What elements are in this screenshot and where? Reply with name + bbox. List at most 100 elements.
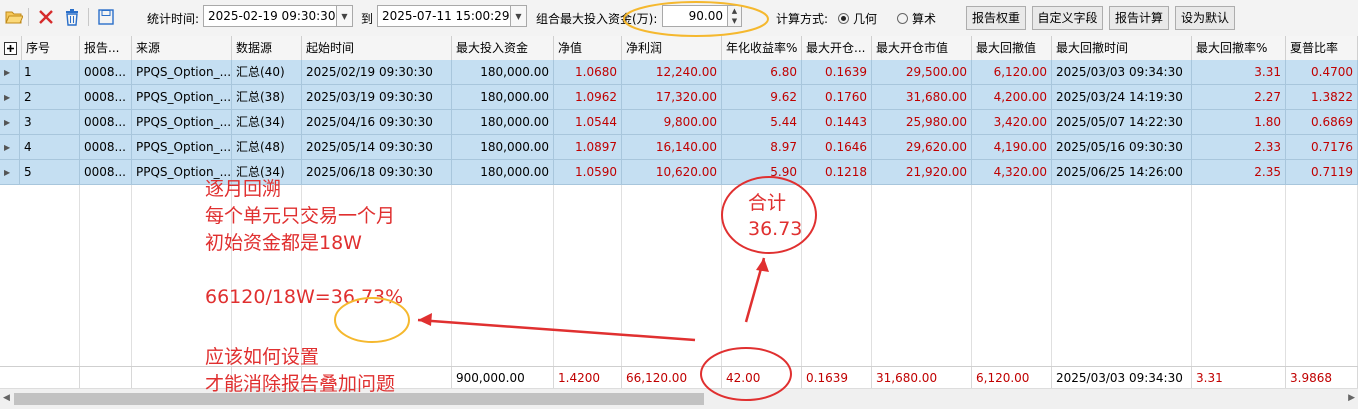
row-expand-icon[interactable]: ▶ [0,60,20,85]
calc-method-label: 计算方式: [776,12,829,26]
column-header[interactable]: 起始时间 [302,36,452,60]
grid-line [451,185,452,388]
annotation-line: 合计 [748,192,787,214]
summary-cell: 42.00 [722,367,802,389]
table-cell: 汇总(48) [232,135,302,160]
table-cell: PPQS_Option_... [132,60,232,85]
table-cell: 2025/03/19 09:30:30 [302,85,452,110]
grid-line [871,185,872,388]
column-header[interactable]: 最大投入资金 [452,36,554,60]
column-header[interactable]: 报告... [80,36,132,60]
annotation-question: 应该如何设置 才能消除报告叠加问题 [205,344,395,398]
table-cell: 4,190.00 [972,135,1052,160]
scroll-left-icon[interactable]: ◀ [3,393,10,403]
grid-line [79,185,80,388]
column-header[interactable]: 最大回撤率% [1192,36,1286,60]
custom-fields-button[interactable]: 自定义字段 [1032,6,1103,30]
table-cell: PPQS_Option_... [132,135,232,160]
summary-row: 900,000.00 1.4200 66,120.00 42.00 0.1639 31,6… [0,366,1358,389]
column-header[interactable]: 最大开仓市值 [872,36,972,60]
table-cell: 0008... [80,110,132,135]
column-header[interactable]: 夏普比率 [1286,36,1358,60]
table-cell: 0.1443 [802,110,872,135]
column-header[interactable]: 序号 [22,36,80,60]
radio-geometric[interactable]: 几何 [838,10,877,27]
table-cell: 2025/05/14 09:30:30 [302,135,452,160]
table-cell: 汇总(38) [232,85,302,110]
max-capital-spinner[interactable]: ▲ ▼ [728,5,742,27]
column-header[interactable]: 最大回撤时间 [1052,36,1192,60]
annotation-line [205,257,403,284]
row-expand-icon[interactable]: ▶ [0,160,20,185]
spin-up-icon[interactable]: ▲ [728,6,741,16]
table-cell: 4,200.00 [972,85,1052,110]
summary-cell: 31,680.00 [872,367,972,389]
column-header[interactable]: 最大开仓... [802,36,872,60]
table-cell: 8.97 [722,135,802,160]
grid-line [621,185,622,388]
table-cell: 180,000.00 [452,160,554,185]
radio-arithmetic[interactable]: 算术 [897,10,936,27]
table-cell: 2.27 [1192,85,1286,110]
table-cell: 1.3822 [1286,85,1358,110]
summary-cell: 1.4200 [554,367,622,389]
max-capital-input[interactable]: 90.00 [662,5,728,27]
table-cell: 2.33 [1192,135,1286,160]
end-time-dropdown[interactable]: ▼ [511,5,527,27]
horizontal-scrollbar[interactable]: ◀ ▶ [0,388,1358,409]
end-time-input[interactable]: 2025-07-11 15:00:29 [377,5,511,27]
radio-arithmetic-label: 算术 [912,12,937,26]
start-time-input[interactable]: 2025-02-19 09:30:30 [203,5,337,27]
table-cell: 2025/03/24 14:19:30 [1052,85,1192,110]
spin-down-icon[interactable]: ▼ [728,16,741,26]
table-cell: 31,680.00 [872,85,972,110]
table-row[interactable]: ▶ 2 0008... PPQS_Option_... 汇总(38) 2025/03/19… [0,85,1358,110]
annotation-line: 才能消除报告叠加问题 [205,373,396,395]
scroll-right-icon[interactable]: ▶ [1348,393,1355,403]
table-cell: 2025/03/03 09:34:30 [1052,60,1192,85]
table-row[interactable]: ▶ 1 0008... PPQS_Option_... 汇总(40) 2025/02/19… [0,60,1358,85]
grid-line [1051,185,1052,388]
report-weight-button[interactable]: 报告权重 [966,6,1026,30]
table-row[interactable]: ▶ 3 0008... PPQS_Option_... 汇总(34) 2025/04/16… [0,110,1358,135]
radio-geometric-label: 几何 [853,12,878,26]
expand-all-icon[interactable] [0,36,22,60]
start-time-dropdown[interactable]: ▼ [337,5,353,27]
column-header[interactable]: 最大回撤值 [972,36,1052,60]
set-default-button[interactable]: 设为默认 [1175,6,1235,30]
radio-checked-icon [838,13,849,24]
column-header[interactable]: 净利润 [622,36,722,60]
table-cell: 180,000.00 [452,110,554,135]
save-icon[interactable] [96,7,116,27]
table-cell: 12,240.00 [622,60,722,85]
table-cell: 3 [20,110,80,135]
column-header[interactable]: 数据源 [232,36,302,60]
table-row[interactable]: ▶ 4 0008... PPQS_Option_... 汇总(48) 2025/05/14… [0,135,1358,160]
report-calc-button[interactable]: 报告计算 [1109,6,1169,30]
table-cell: 16,140.00 [622,135,722,160]
delete-x-icon[interactable] [36,7,56,27]
report-grid: 序号 报告... 来源 数据源 起始时间 最大投入资金 净值 净利润 年化收益率% 最大开仓...… [0,36,1358,389]
annotation-line: 应该如何设置 [205,346,320,368]
radio-unchecked-icon [897,13,908,24]
column-header[interactable]: 净值 [554,36,622,60]
row-expand-icon[interactable]: ▶ [0,110,20,135]
annotation-line: 66120/18W=36.73% [205,286,404,308]
trash-icon[interactable] [62,7,82,27]
table-cell: 4,320.00 [972,160,1052,185]
row-expand-icon[interactable]: ▶ [0,85,20,110]
annotation-line: 36.73 [748,218,803,240]
grid-line [553,185,554,388]
table-cell: 5.90 [722,160,802,185]
annotation-explanation: 逐月回溯 每个单元只交易一个月 初始资金都是18W 66120/18W=36.7… [205,176,403,311]
table-cell: PPQS_Option_... [132,110,232,135]
row-expand-icon[interactable]: ▶ [0,135,20,160]
folder-open-icon[interactable] [4,7,24,27]
table-cell: 10,620.00 [622,160,722,185]
grid-line [721,185,722,388]
table-row[interactable]: ▶ 5 0008... PPQS_Option_... 汇总(34) 2025/06/18… [0,160,1358,185]
grid-line [971,185,972,388]
column-header[interactable]: 年化收益率% [722,36,802,60]
column-header[interactable]: 来源 [132,36,232,60]
max-capital-label: 组合最大投入资金(万): [536,12,658,26]
